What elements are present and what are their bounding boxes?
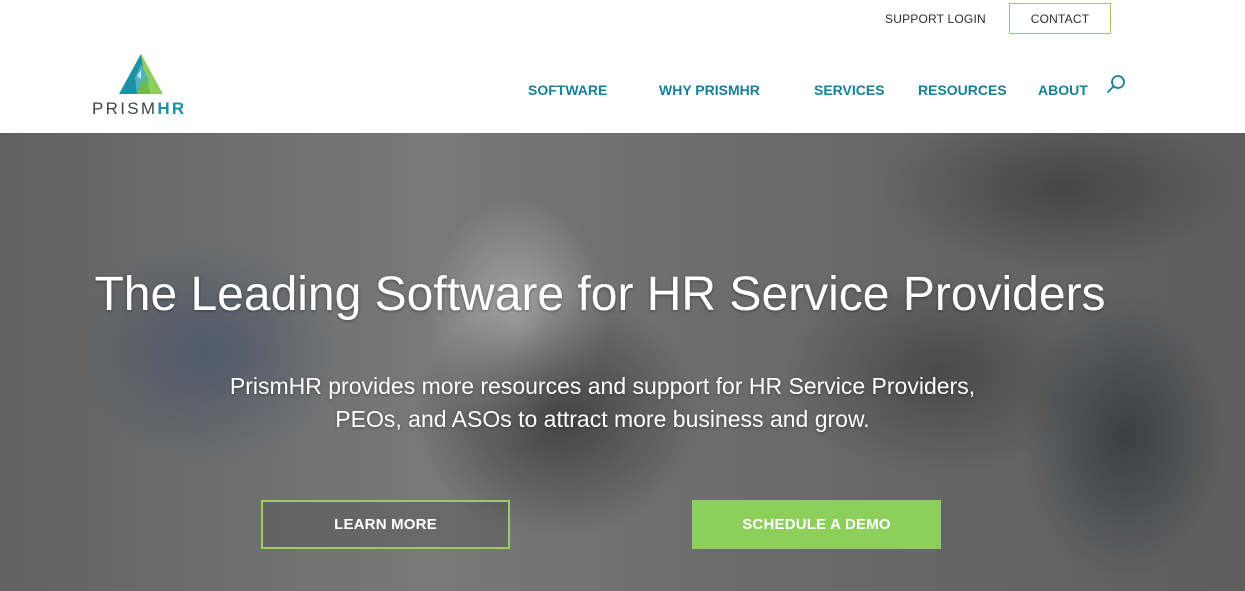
hero-overlay [0, 133, 1245, 591]
support-login-link[interactable]: SUPPORT LOGIN [885, 12, 986, 26]
schedule-demo-button[interactable]: SCHEDULE A DEMO [692, 500, 941, 549]
hero-banner: The Leading Software for HR Service Prov… [0, 133, 1245, 591]
hero-title: The Leading Software for HR Service Prov… [94, 268, 1106, 321]
hero-subtitle: PrismHR provides more resources and supp… [180, 370, 1025, 436]
logo-text-prism: PRISM [92, 99, 158, 118]
hero-subtitle-line-2: PEOs, and ASOs to attract more business … [335, 406, 870, 432]
nav-item-services[interactable]: SERVICES [814, 82, 885, 98]
nav-item-resources[interactable]: RESOURCES [918, 82, 1007, 98]
nav-item-about[interactable]: ABOUT [1038, 82, 1088, 98]
hero-subtitle-line-1: PrismHR provides more resources and supp… [229, 373, 976, 399]
prism-logo-icon [119, 54, 163, 94]
prismhr-logo[interactable]: PRISMHR [92, 54, 192, 124]
nav-item-why-prismhr[interactable]: WHY PRISMHR [659, 82, 760, 98]
search-icon[interactable] [1105, 73, 1127, 95]
learn-more-button[interactable]: LEARN MORE [261, 500, 510, 549]
nav-item-software[interactable]: SOFTWARE [528, 82, 607, 98]
logo-text-hr: HR [157, 99, 187, 118]
page: SUPPORT LOGIN CONTACT PRISMHR SOFTWARE W… [0, 0, 1245, 591]
site-header: SUPPORT LOGIN CONTACT PRISMHR SOFTWARE W… [0, 0, 1245, 133]
contact-button[interactable]: CONTACT [1009, 3, 1111, 34]
logo-wordmark: PRISMHR [92, 99, 187, 119]
